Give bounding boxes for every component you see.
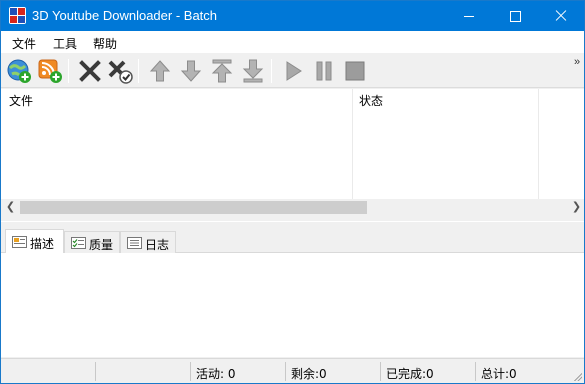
window-title: 3D Youtube Downloader - Batch	[32, 8, 218, 23]
status-divider	[95, 362, 96, 381]
app-logo-icon	[9, 7, 26, 24]
scroll-left-arrow-icon[interactable]: ❮	[3, 199, 18, 216]
toolbar-separator	[271, 59, 272, 83]
status-bar: 活动: 0 剩余:0 已完成:0 总计:0	[1, 358, 584, 383]
download-list[interactable]: 文件 状态	[1, 89, 584, 199]
status-divider	[380, 362, 381, 381]
scrollbar-thumb[interactable]	[20, 201, 367, 214]
move-up-icon[interactable]	[147, 58, 173, 84]
column-header-file[interactable]: 文件	[9, 92, 33, 109]
tab-log-label: 日志	[145, 238, 170, 252]
horizontal-scrollbar[interactable]: ❮ ❯	[1, 199, 584, 216]
toolbar-separator	[138, 59, 139, 83]
panel-splitter[interactable]	[1, 216, 584, 228]
maximize-button[interactable]	[492, 1, 538, 31]
pause-icon[interactable]	[311, 58, 337, 84]
move-down-icon[interactable]	[178, 58, 204, 84]
toolbar-overflow-button[interactable]: »	[574, 56, 580, 68]
minimize-button[interactable]	[446, 1, 492, 31]
move-bottom-icon[interactable]	[240, 58, 266, 84]
status-active: 活动: 0	[196, 367, 236, 381]
close-button[interactable]	[538, 1, 584, 31]
status-divider	[285, 362, 286, 381]
app-window: 3D Youtube Downloader - Batch 文件 工具 帮助 »…	[0, 0, 585, 384]
status-divider	[190, 362, 191, 381]
delete-icon[interactable]	[77, 58, 103, 84]
play-icon[interactable]	[280, 58, 306, 84]
quality-icon	[71, 237, 86, 249]
add-url-icon[interactable]	[6, 58, 32, 84]
scroll-right-arrow-icon[interactable]: ❯	[569, 199, 584, 216]
tab-quality[interactable]: 质量	[64, 231, 120, 253]
title-bar[interactable]: 3D Youtube Downloader - Batch	[1, 1, 584, 31]
tab-quality-label: 质量	[89, 238, 114, 252]
tab-description-label: 描述	[30, 237, 55, 251]
status-divider	[475, 362, 476, 381]
status-total: 总计:0	[481, 367, 517, 381]
tab-log[interactable]: 日志	[120, 231, 176, 253]
resize-grip[interactable]	[573, 372, 582, 381]
rss-add-icon[interactable]	[37, 58, 63, 84]
tab-description[interactable]: 描述	[5, 229, 64, 254]
description-panel	[1, 253, 584, 357]
menu-bar: 文件 工具 帮助	[1, 31, 584, 53]
menu-help[interactable]: 帮助	[93, 35, 117, 52]
column-divider[interactable]	[352, 89, 353, 199]
status-remaining: 剩余:0	[291, 367, 327, 381]
toolbar-separator	[68, 59, 69, 83]
log-icon	[127, 237, 142, 249]
menu-tools[interactable]: 工具	[53, 35, 77, 52]
status-completed: 已完成:0	[386, 367, 434, 381]
delete-completed-icon[interactable]	[107, 58, 133, 84]
column-header-status[interactable]: 状态	[359, 92, 383, 109]
detail-tabs: 描述 质量 日志	[1, 228, 584, 254]
menu-file[interactable]: 文件	[12, 35, 36, 52]
column-divider[interactable]	[538, 89, 539, 199]
description-icon	[12, 236, 27, 248]
toolbar: »	[1, 54, 584, 88]
move-top-icon[interactable]	[209, 58, 235, 84]
stop-icon[interactable]	[342, 58, 368, 84]
